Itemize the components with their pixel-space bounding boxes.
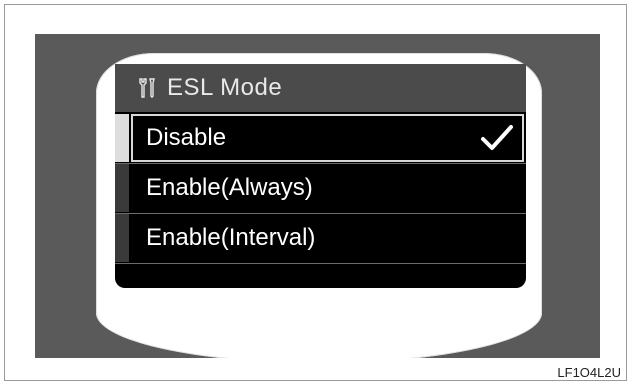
- menu-item-disable[interactable]: Disable: [115, 114, 526, 162]
- menu-item-enable-always[interactable]: Enable(Always): [115, 164, 526, 212]
- item-gutter: [115, 164, 129, 212]
- selection-marker: [115, 114, 129, 162]
- menu-item-label: Enable(Always): [146, 174, 313, 201]
- menu-divider: [115, 263, 526, 264]
- item-gutter: [115, 214, 129, 262]
- menu-item-label: Enable(Interval): [146, 224, 316, 251]
- figure-caption: LF1O4L2U: [557, 365, 621, 380]
- wrench-screwdriver-icon: [137, 77, 157, 99]
- menu-item-enable-interval[interactable]: Enable(Interval): [115, 214, 526, 262]
- checkmark-icon: [480, 124, 514, 152]
- menu-item-label: Disable: [146, 124, 227, 151]
- title-bar: ESL Mode: [115, 64, 526, 112]
- screen-title: ESL Mode: [167, 74, 283, 101]
- esl-mode-display: ESL Mode Disable Enable(Always) Enable(I…: [115, 64, 526, 288]
